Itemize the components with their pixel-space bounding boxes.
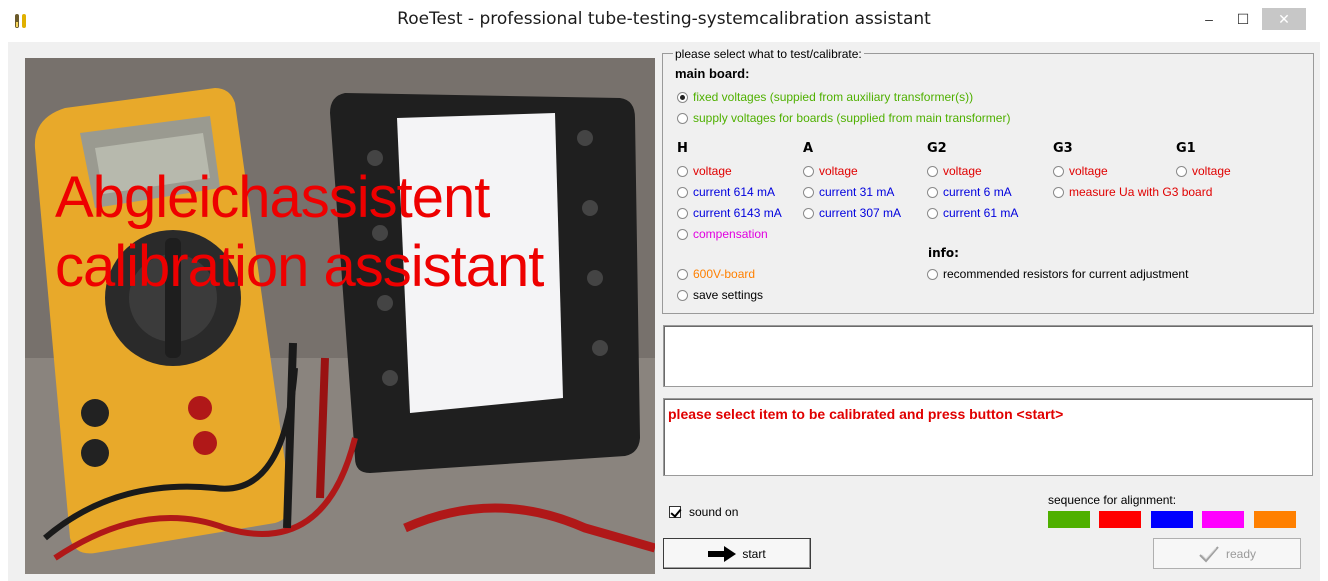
- radio-label: voltage: [1069, 164, 1108, 178]
- ready-button-label: ready: [1225, 546, 1257, 561]
- sequence-swatch-4: [1202, 511, 1244, 528]
- radio-indicator: [927, 268, 938, 280]
- sequence-swatch-5: [1254, 511, 1296, 528]
- radio-a-current-31[interactable]: current 31 mA: [803, 184, 894, 200]
- radio-indicator: [803, 186, 814, 198]
- photo-illustration: [25, 58, 655, 574]
- radio-label: voltage: [693, 164, 732, 178]
- radio-label: fixed voltages (suppied from auxiliary t…: [693, 90, 974, 104]
- radio-h-current-6143[interactable]: current 6143 mA: [677, 205, 782, 221]
- radio-g3-measure-ua[interactable]: measure Ua with G3 board: [1053, 184, 1212, 200]
- radio-a-current-307[interactable]: current 307 mA: [803, 205, 901, 221]
- radio-indicator: [1176, 165, 1187, 177]
- radio-label: voltage: [819, 164, 858, 178]
- overlay-title-german: Abgleichassistent: [55, 165, 490, 230]
- radio-label: voltage: [1192, 164, 1231, 178]
- radio-g3-voltage[interactable]: voltage: [1053, 163, 1108, 179]
- radio-save-settings[interactable]: save settings: [677, 287, 763, 303]
- radio-indicator: [677, 186, 688, 198]
- calibration-selection-group: please select what to test/calibrate: ma…: [662, 47, 1314, 314]
- column-heading-g3: G3: [1053, 141, 1073, 156]
- groupbox-legend: please select what to test/calibrate:: [673, 47, 864, 61]
- radio-supply-voltages[interactable]: supply voltages for boards (supplied fro…: [677, 110, 1010, 126]
- radio-indicator: [677, 207, 688, 219]
- status-message: please select item to be calibrated and …: [668, 406, 1064, 422]
- radio-label: compensation: [693, 227, 768, 241]
- info-output-box: [663, 325, 1313, 387]
- radio-indicator: [677, 91, 688, 103]
- sound-on-label: sound on: [689, 505, 739, 519]
- radio-label: current 6 mA: [943, 185, 1012, 199]
- radio-indicator: [1053, 186, 1064, 198]
- radio-indicator: [927, 207, 938, 219]
- arrow-right-icon: [708, 545, 737, 562]
- close-button[interactable]: ✕: [1262, 8, 1306, 30]
- column-heading-g2: G2: [927, 141, 947, 156]
- radio-a-voltage[interactable]: voltage: [803, 163, 858, 179]
- radio-indicator: [927, 186, 938, 198]
- overlay-title-english: calibration assistant: [55, 234, 544, 299]
- sequence-swatch-3: [1151, 511, 1193, 528]
- minimize-button[interactable]: –: [1196, 8, 1222, 30]
- radio-label: current 61 mA: [943, 206, 1019, 220]
- radio-label: supply voltages for boards (supplied fro…: [693, 111, 1011, 125]
- radio-indicator: [1053, 165, 1064, 177]
- radio-label: current 307 mA: [819, 206, 902, 220]
- radio-indicator: [927, 165, 938, 177]
- window-title: RoeTest - professional tube-testing-syst…: [397, 9, 931, 29]
- column-heading-a: A: [803, 141, 814, 156]
- radio-label: current 6143 mA: [693, 206, 782, 220]
- radio-600v-board[interactable]: 600V-board: [677, 266, 755, 282]
- radio-label: measure Ua with G3 board: [1069, 185, 1213, 199]
- radio-fixed-voltages[interactable]: fixed voltages (suppied from auxiliary t…: [677, 89, 973, 105]
- sequence-swatch-1: [1048, 511, 1090, 528]
- sequence-swatch-2: [1099, 511, 1141, 528]
- status-message-box: please select item to be calibrated and …: [663, 398, 1313, 476]
- info-title: info:: [928, 246, 959, 260]
- start-button-label: start: [742, 546, 766, 561]
- checkbox-indicator: [669, 506, 681, 518]
- radio-indicator: [677, 268, 688, 280]
- ready-button[interactable]: ready: [1153, 538, 1301, 569]
- radio-label: save settings: [693, 288, 764, 302]
- maximize-button[interactable]: ☐: [1230, 8, 1256, 30]
- column-heading-g1: G1: [1176, 141, 1196, 156]
- radio-label: current 614 mA: [693, 185, 776, 199]
- main-board-title: main board:: [675, 66, 750, 81]
- radio-g1-voltage[interactable]: voltage: [1176, 163, 1231, 179]
- radio-indicator: [803, 165, 814, 177]
- radio-indicator: [677, 228, 688, 240]
- radio-g2-current-61[interactable]: current 61 mA: [927, 205, 1018, 221]
- client-area: Abgleichassistent calibration assistant …: [8, 42, 1320, 581]
- radio-label: recommended resistors for current adjust…: [943, 267, 1189, 281]
- sequence-label: sequence for alignment:: [1048, 493, 1177, 507]
- sound-on-checkbox[interactable]: sound on: [669, 505, 738, 519]
- title-bar: RoeTest - professional tube-testing-syst…: [0, 0, 1328, 42]
- radio-h-voltage[interactable]: voltage: [677, 163, 732, 179]
- radio-h-compensation[interactable]: compensation: [677, 226, 768, 242]
- radio-recommended-resistors[interactable]: recommended resistors for current adjust…: [927, 266, 1188, 282]
- calibration-photo: Abgleichassistent calibration assistant: [25, 58, 655, 574]
- radio-label: current 31 mA: [819, 185, 895, 199]
- radio-indicator: [803, 207, 814, 219]
- start-button[interactable]: start: [663, 538, 811, 569]
- checkmark-icon: [1198, 545, 1220, 563]
- radio-g2-voltage[interactable]: voltage: [927, 163, 982, 179]
- radio-g2-current-6[interactable]: current 6 mA: [927, 184, 1012, 200]
- column-heading-h: H: [677, 141, 688, 156]
- radio-indicator: [677, 289, 688, 301]
- radio-label: 600V-board: [693, 267, 756, 281]
- radio-h-current-614[interactable]: current 614 mA: [677, 184, 775, 200]
- radio-indicator: [677, 112, 688, 124]
- radio-label: voltage: [943, 164, 982, 178]
- radio-indicator: [677, 165, 688, 177]
